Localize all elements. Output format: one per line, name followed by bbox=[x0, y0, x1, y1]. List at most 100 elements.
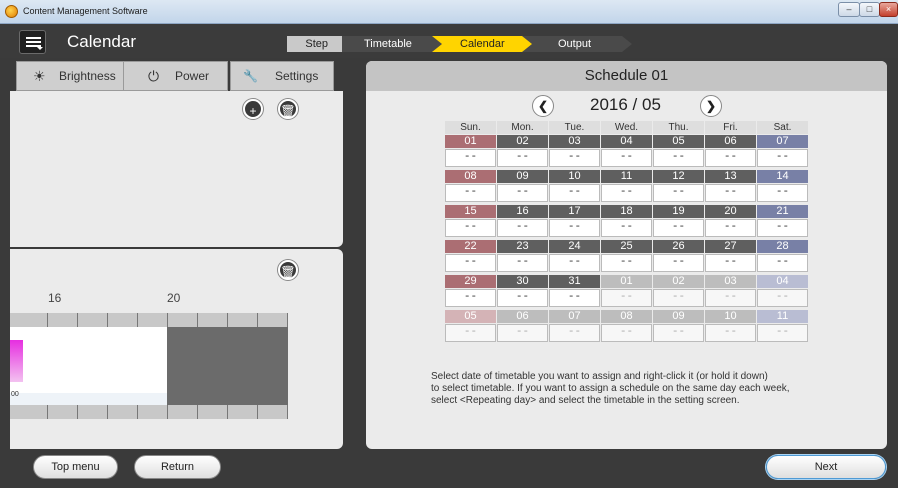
tab-brightness[interactable]: ☀ Brightness bbox=[16, 61, 129, 91]
calendar-day-cell[interactable]: 08 -- bbox=[445, 170, 496, 203]
calendar-day-cell[interactable]: 30 -- bbox=[497, 275, 548, 308]
day-timetable-value[interactable]: -- bbox=[653, 324, 704, 342]
tab-power[interactable]: ⏻ Power bbox=[123, 61, 228, 91]
day-timetable-value[interactable]: -- bbox=[601, 184, 652, 202]
return-button[interactable]: Return bbox=[134, 455, 221, 479]
next-button[interactable]: Next bbox=[766, 455, 886, 479]
day-timetable-value[interactable]: -- bbox=[705, 149, 756, 167]
day-timetable-value[interactable]: -- bbox=[497, 219, 548, 237]
day-timetable-value[interactable]: -- bbox=[549, 254, 600, 272]
day-timetable-value[interactable]: -- bbox=[445, 289, 496, 307]
calendar-day-cell[interactable]: 11 -- bbox=[757, 310, 808, 343]
day-timetable-value[interactable]: -- bbox=[445, 149, 496, 167]
timeline-event-bar[interactable] bbox=[10, 340, 23, 382]
calendar-day-cell[interactable]: 06 -- bbox=[497, 310, 548, 343]
calendar-day-cell[interactable]: 17 -- bbox=[549, 205, 600, 238]
calendar-day-cell[interactable]: 25 -- bbox=[601, 240, 652, 273]
day-timetable-value[interactable]: -- bbox=[705, 254, 756, 272]
tab-settings[interactable]: 🔧 Settings bbox=[230, 61, 334, 91]
day-timetable-value[interactable]: -- bbox=[497, 184, 548, 202]
day-timetable-value[interactable]: -- bbox=[757, 254, 808, 272]
day-timetable-value[interactable]: -- bbox=[601, 219, 652, 237]
day-timetable-value[interactable]: -- bbox=[757, 324, 808, 342]
calendar-day-cell[interactable]: 10 -- bbox=[705, 310, 756, 343]
calendar-day-cell[interactable]: 21 -- bbox=[757, 205, 808, 238]
day-timetable-value[interactable]: -- bbox=[757, 184, 808, 202]
calendar-day-cell[interactable]: 10 -- bbox=[549, 170, 600, 203]
day-timetable-value[interactable]: -- bbox=[549, 149, 600, 167]
calendar-day-cell[interactable]: 23 -- bbox=[497, 240, 548, 273]
day-timetable-value[interactable]: -- bbox=[445, 254, 496, 272]
close-button[interactable]: × bbox=[879, 2, 898, 17]
calendar-day-cell[interactable]: 19 -- bbox=[653, 205, 704, 238]
calendar-day-cell[interactable]: 08 -- bbox=[601, 310, 652, 343]
calendar-day-cell[interactable]: 13 -- bbox=[705, 170, 756, 203]
calendar-day-cell[interactable]: 11 -- bbox=[601, 170, 652, 203]
maximize-button[interactable]: □ bbox=[859, 2, 880, 17]
calendar-day-cell[interactable]: 02 -- bbox=[653, 275, 704, 308]
day-timetable-value[interactable]: -- bbox=[445, 324, 496, 342]
menu-button[interactable] bbox=[19, 30, 46, 54]
add-icon[interactable]: + bbox=[243, 99, 263, 119]
calendar-day-cell[interactable]: 07 -- bbox=[757, 135, 808, 168]
delete-timeline-icon[interactable]: 🗑 bbox=[278, 260, 298, 280]
calendar-day-cell[interactable]: 15 -- bbox=[445, 205, 496, 238]
calendar-day-cell[interactable]: 09 -- bbox=[653, 310, 704, 343]
calendar-day-cell[interactable]: 03 -- bbox=[549, 135, 600, 168]
day-timetable-value[interactable]: -- bbox=[601, 289, 652, 307]
calendar-day-cell[interactable]: 01 -- bbox=[601, 275, 652, 308]
calendar-day-cell[interactable]: 31 -- bbox=[549, 275, 600, 308]
day-timetable-value[interactable]: -- bbox=[601, 149, 652, 167]
calendar-day-cell[interactable]: 02 -- bbox=[497, 135, 548, 168]
day-timetable-value[interactable]: -- bbox=[705, 324, 756, 342]
timeline-off-block[interactable] bbox=[167, 327, 288, 405]
day-timetable-value[interactable]: -- bbox=[497, 289, 548, 307]
day-timetable-value[interactable]: -- bbox=[549, 289, 600, 307]
day-timetable-value[interactable]: -- bbox=[445, 184, 496, 202]
timeline-track[interactable] bbox=[10, 327, 167, 393]
calendar-day-cell[interactable]: 18 -- bbox=[601, 205, 652, 238]
trash-icon[interactable]: 🗑 bbox=[278, 99, 298, 119]
calendar-day-cell[interactable]: 16 -- bbox=[497, 205, 548, 238]
day-timetable-value[interactable]: -- bbox=[653, 289, 704, 307]
calendar-day-cell[interactable]: 20 -- bbox=[705, 205, 756, 238]
day-timetable-value[interactable]: -- bbox=[497, 149, 548, 167]
calendar-day-cell[interactable]: 05 -- bbox=[653, 135, 704, 168]
next-month-button[interactable]: ❯ bbox=[700, 95, 722, 117]
calendar-day-cell[interactable]: 29 -- bbox=[445, 275, 496, 308]
day-timetable-value[interactable]: -- bbox=[601, 324, 652, 342]
calendar-day-cell[interactable]: 14 -- bbox=[757, 170, 808, 203]
day-timetable-value[interactable]: -- bbox=[705, 184, 756, 202]
prev-month-button[interactable]: ❮ bbox=[532, 95, 554, 117]
calendar-day-cell[interactable]: 22 -- bbox=[445, 240, 496, 273]
day-timetable-value[interactable]: -- bbox=[757, 219, 808, 237]
calendar-day-cell[interactable]: 24 -- bbox=[549, 240, 600, 273]
day-timetable-value[interactable]: -- bbox=[497, 254, 548, 272]
calendar-day-cell[interactable]: 09 -- bbox=[497, 170, 548, 203]
day-timetable-value[interactable]: -- bbox=[757, 149, 808, 167]
day-timetable-value[interactable]: -- bbox=[653, 254, 704, 272]
calendar-day-cell[interactable]: 04 -- bbox=[601, 135, 652, 168]
calendar-day-cell[interactable]: 27 -- bbox=[705, 240, 756, 273]
top-menu-button[interactable]: Top menu bbox=[33, 455, 118, 479]
day-timetable-value[interactable]: -- bbox=[549, 184, 600, 202]
calendar-day-cell[interactable]: 04 -- bbox=[757, 275, 808, 308]
calendar-day-cell[interactable]: 05 -- bbox=[445, 310, 496, 343]
calendar-day-cell[interactable]: 07 -- bbox=[549, 310, 600, 343]
day-timetable-value[interactable]: -- bbox=[445, 219, 496, 237]
calendar-day-cell[interactable]: 12 -- bbox=[653, 170, 704, 203]
minimize-button[interactable]: – bbox=[838, 2, 860, 17]
day-timetable-value[interactable]: -- bbox=[497, 324, 548, 342]
day-timetable-value[interactable]: -- bbox=[653, 149, 704, 167]
day-timetable-value[interactable]: -- bbox=[705, 289, 756, 307]
day-timetable-value[interactable]: -- bbox=[705, 219, 756, 237]
day-timetable-value[interactable]: -- bbox=[653, 219, 704, 237]
calendar-day-cell[interactable]: 26 -- bbox=[653, 240, 704, 273]
calendar-day-cell[interactable]: 03 -- bbox=[705, 275, 756, 308]
calendar-day-cell[interactable]: 28 -- bbox=[757, 240, 808, 273]
day-timetable-value[interactable]: -- bbox=[601, 254, 652, 272]
day-timetable-value[interactable]: -- bbox=[549, 219, 600, 237]
calendar-day-cell[interactable]: 06 -- bbox=[705, 135, 756, 168]
calendar-day-cell[interactable]: 01 -- bbox=[445, 135, 496, 168]
day-timetable-value[interactable]: -- bbox=[757, 289, 808, 307]
